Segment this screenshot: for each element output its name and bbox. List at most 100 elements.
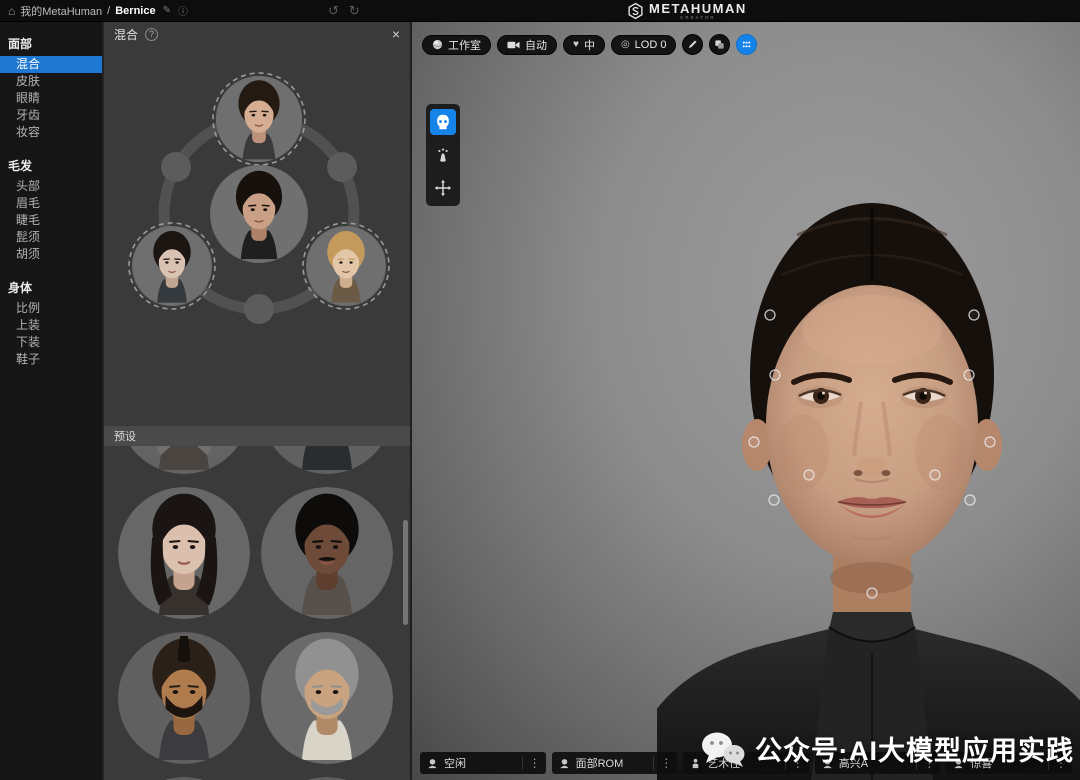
redo-icon[interactable]: ↻ xyxy=(349,3,360,19)
animation-chip-artistic[interactable]: 艺术性 ⋮ xyxy=(683,752,809,774)
lod-button[interactable]: ◎ LOD 0 xyxy=(610,34,677,55)
studio-label: 工作室 xyxy=(448,39,481,52)
sidebar-item-eyebrows[interactable]: 眉毛 xyxy=(0,195,102,212)
rename-icon[interactable]: ✎ xyxy=(163,5,171,16)
chip-menu-icon[interactable]: ⋮ xyxy=(521,756,541,770)
blend-panel: 混合 ? × 预设 xyxy=(102,22,412,780)
blend-slot-empty-right[interactable] xyxy=(327,152,357,182)
sidebar-item-eyelashes[interactable]: 睫毛 xyxy=(0,212,102,229)
history-controls: ↺ ↻ xyxy=(328,3,360,19)
preset-avatar[interactable] xyxy=(261,446,393,474)
chip-menu-icon[interactable]: ⋮ xyxy=(1047,756,1067,770)
metahuman-logo: METAHUMAN CREATOR xyxy=(628,0,747,22)
move-tool-button[interactable] xyxy=(430,175,456,201)
face-blend-tool-button[interactable] xyxy=(430,109,456,135)
section-title-hair: 毛发 xyxy=(8,159,33,173)
head-icon xyxy=(559,758,569,768)
animation-label: 惊喜 xyxy=(970,758,993,770)
sidebar-item-proportions[interactable]: 比例 xyxy=(0,300,102,317)
presets-list xyxy=(104,446,410,780)
presets-header: 预设 xyxy=(104,426,410,446)
blend-center-avatar[interactable] xyxy=(210,165,308,263)
brush-icon xyxy=(689,40,698,49)
top-bar: ⌂ 我的MetaHuman / Bernice ✎ ⓘ ↺ ↻ METAHUMA… xyxy=(0,0,1080,22)
sidebar-item-bottom-clothing[interactable]: 下装 xyxy=(0,334,102,351)
info-icon[interactable]: ⓘ xyxy=(178,3,188,18)
blend-wheel[interactable] xyxy=(104,46,410,426)
sidebar-item-mustache[interactable]: 髭须 xyxy=(0,229,102,246)
animation-chip-happy-a[interactable]: 高兴A ⋮ xyxy=(814,752,941,774)
preset-avatar[interactable] xyxy=(118,487,250,619)
move-icon xyxy=(434,179,452,197)
head-icon xyxy=(428,758,437,768)
camera-auto-button[interactable]: 自动 xyxy=(497,34,557,55)
blend-slot-top-avatar[interactable] xyxy=(212,72,306,166)
blend-panel-header: 混合 ? × xyxy=(104,22,410,46)
character-render[interactable] xyxy=(657,180,1080,780)
grid-icon xyxy=(743,41,751,48)
animation-chip-idle[interactable]: 空闲 ⋮ xyxy=(420,752,546,774)
logo-text: METAHUMAN xyxy=(649,0,747,16)
help-icon[interactable]: ? xyxy=(145,27,159,41)
sidebar-item-top-clothing[interactable]: 上装 xyxy=(0,317,102,334)
studio-environment-button[interactable]: 工作室 xyxy=(422,34,491,55)
layers-icon xyxy=(715,40,725,49)
home-icon[interactable]: ⌂ xyxy=(8,4,15,18)
chip-menu-icon[interactable]: ⋮ xyxy=(653,756,672,770)
animation-chip-face-rom[interactable]: 面部ROM ⋮ xyxy=(551,752,678,774)
preset-avatar[interactable] xyxy=(118,446,250,474)
blend-slot-bottom-right-avatar[interactable] xyxy=(302,222,390,310)
sidebar-item-eyes[interactable]: 眼睛 xyxy=(0,90,102,107)
animation-label: 空闲 xyxy=(444,758,466,770)
animation-label: 面部ROM xyxy=(575,758,624,770)
head-icon xyxy=(823,758,832,768)
sidebar-item-shoes[interactable]: 鞋子 xyxy=(0,351,102,368)
edit-tool-palette xyxy=(426,104,460,206)
head-icon xyxy=(954,758,963,768)
blend-slot-empty-left[interactable] xyxy=(161,152,191,182)
quality-button[interactable]: ♥ 中 xyxy=(563,34,605,55)
camera-label: 自动 xyxy=(525,39,547,52)
blend-slot-empty-bottom[interactable] xyxy=(244,294,274,324)
quality-label: 中 xyxy=(583,39,595,52)
animation-bar: 空闲 ⋮ 面部ROM ⋮ 艺术性 ⋮ 高兴A ⋮ 惊喜 ⋮ xyxy=(420,752,1072,774)
presets-title: 预设 xyxy=(114,431,136,443)
spray-icon xyxy=(438,148,448,162)
preset-avatar[interactable] xyxy=(261,487,393,619)
sidebar-item-makeup[interactable]: 妆容 xyxy=(0,124,102,141)
breadcrumb-separator: / xyxy=(107,4,111,17)
breadcrumb-home[interactable]: 我的MetaHuman xyxy=(20,3,102,19)
animation-chip-surprise[interactable]: 惊喜 ⋮ xyxy=(946,752,1072,774)
logo-subtext: CREATOR xyxy=(680,14,716,20)
sidebar-item-head-hair[interactable]: 头部 xyxy=(0,178,102,195)
sidebar-item-skin[interactable]: 皮肤 xyxy=(0,73,102,90)
viewport-3d[interactable]: 工作室 自动 ♥ 中 ◎ LOD 0 空闲 ⋮ 面部ROM ⋮ 艺术性 ⋮ 高兴… xyxy=(412,22,1080,780)
viewport-toolbar: 工作室 自动 ♥ 中 ◎ LOD 0 xyxy=(422,34,758,55)
sidebar-item-teeth[interactable]: 牙齿 xyxy=(0,107,102,124)
face-mask-icon xyxy=(437,114,449,130)
sidebar-item-blend[interactable]: 混合 xyxy=(0,56,102,73)
hexagon-logo-icon xyxy=(628,2,643,20)
layers-tool-button[interactable] xyxy=(709,34,731,55)
section-title-body: 身体 xyxy=(8,281,33,295)
animation-label: 高兴A xyxy=(838,758,869,770)
category-sidebar: 面部 混合 皮肤 眼睛 牙齿 妆容 毛发 头部 眉毛 睫毛 髭须 胡须 身体 比… xyxy=(0,22,102,780)
breadcrumb: ⌂ 我的MetaHuman / Bernice ✎ ⓘ xyxy=(0,3,188,19)
screenshot-grid-button[interactable] xyxy=(736,34,758,55)
camera-icon xyxy=(507,41,520,48)
chip-menu-icon[interactable]: ⋮ xyxy=(916,756,935,770)
sidebar-item-beard[interactable]: 胡须 xyxy=(0,246,102,263)
lod-label: LOD 0 xyxy=(634,38,667,51)
preset-avatar[interactable] xyxy=(118,632,250,764)
project-name: Bernice xyxy=(115,4,156,17)
presets-scrollbar[interactable] xyxy=(403,520,408,625)
preset-avatar[interactable] xyxy=(261,632,393,764)
sphere-icon xyxy=(432,39,443,50)
animation-label: 艺术性 xyxy=(707,758,741,770)
section-title-face: 面部 xyxy=(8,37,33,51)
close-icon[interactable]: × xyxy=(392,27,400,41)
groom-tool-button[interactable] xyxy=(430,142,456,168)
sculpt-tool-button[interactable] xyxy=(682,34,704,55)
chip-menu-icon[interactable]: ⋮ xyxy=(784,756,804,770)
undo-icon[interactable]: ↺ xyxy=(328,3,339,19)
